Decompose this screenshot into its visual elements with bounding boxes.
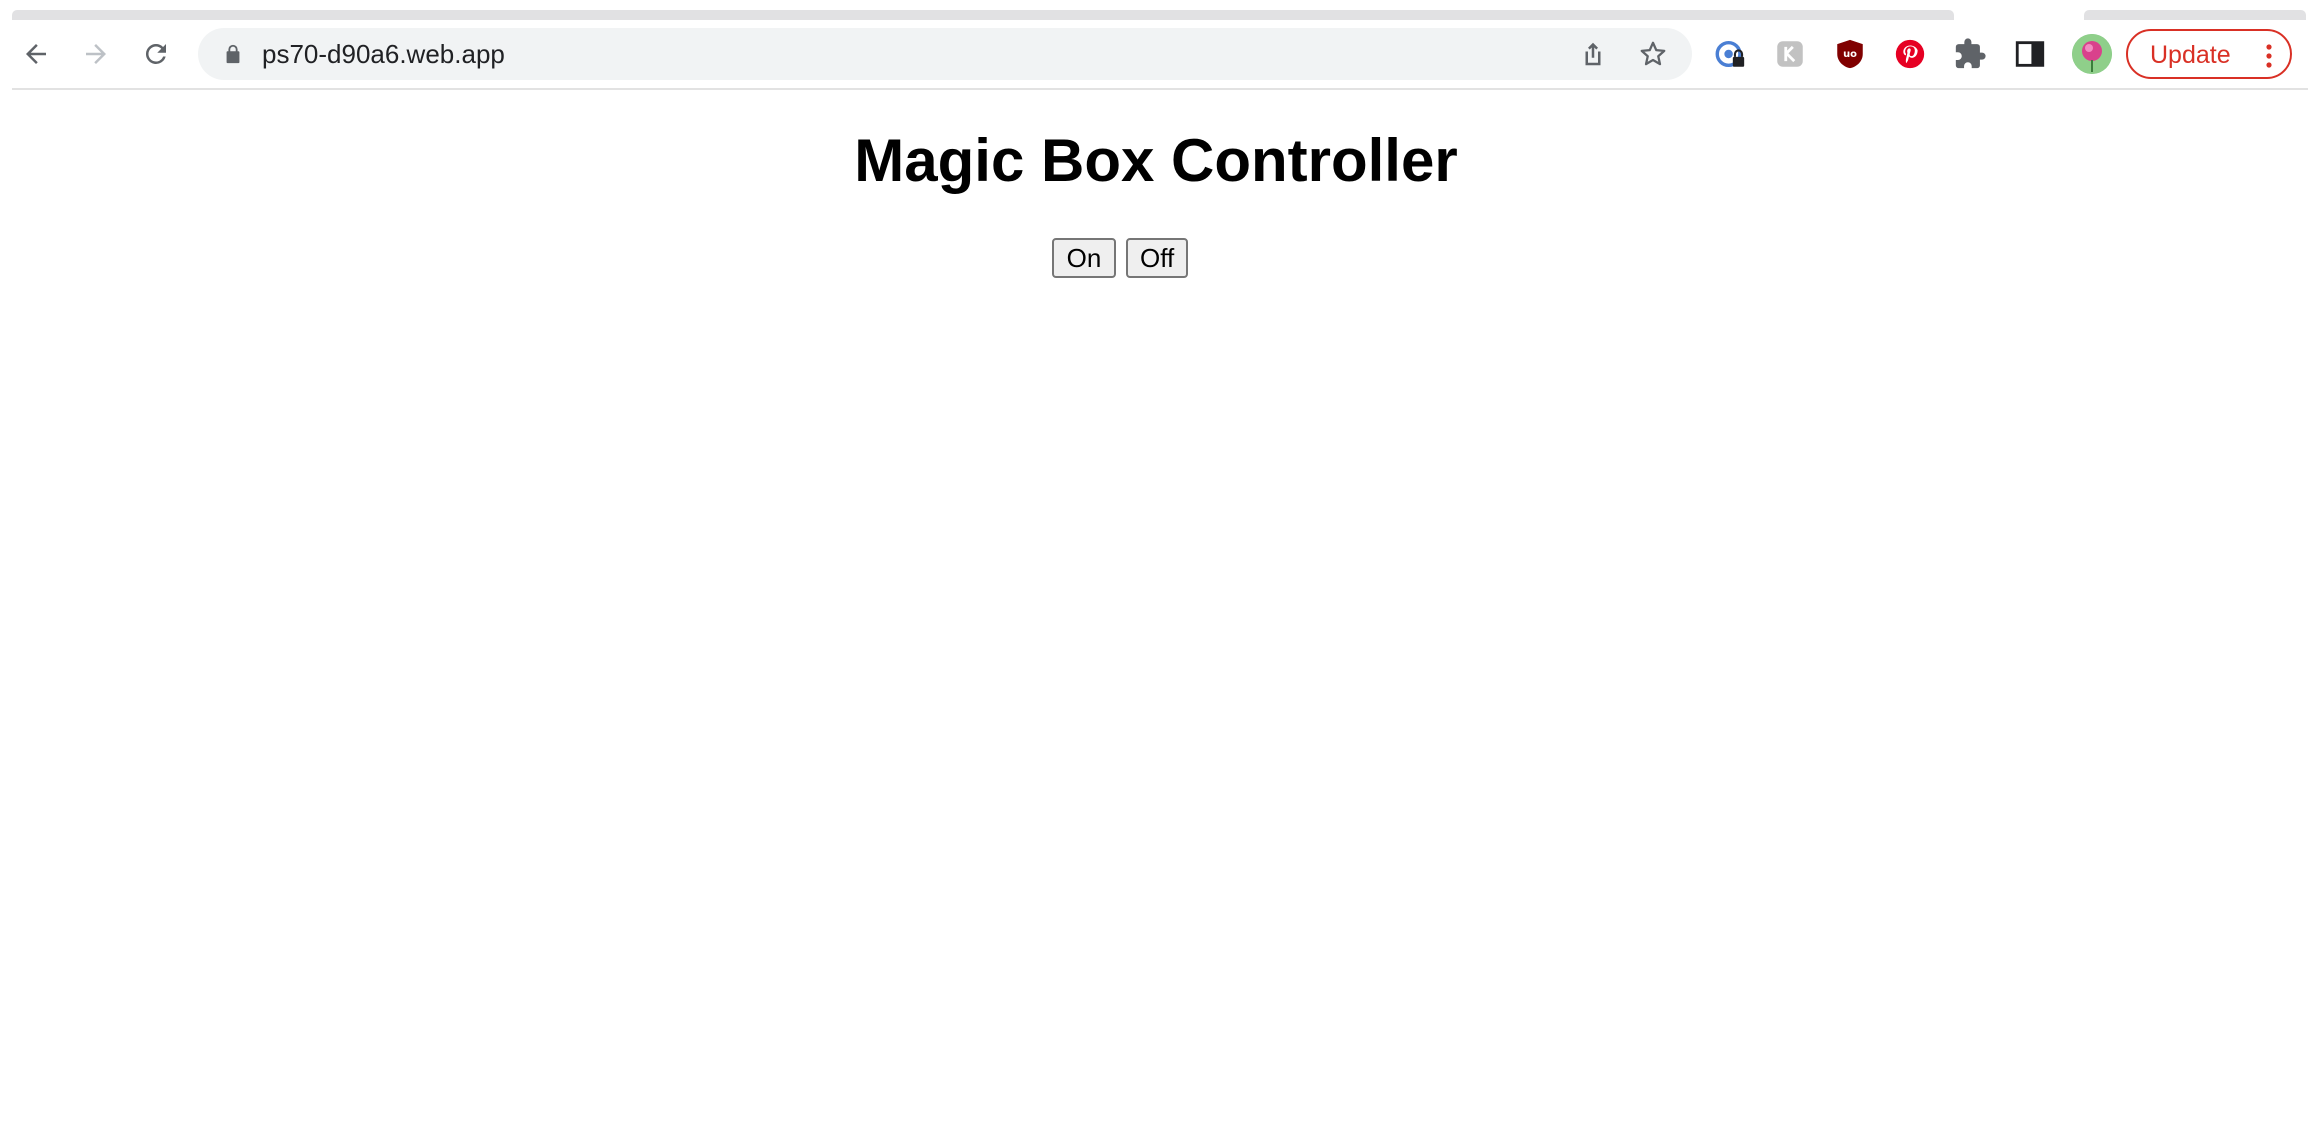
url-text[interactable]: ps70-d90a6.web.app [262, 40, 505, 68]
side-panel-icon[interactable] [2010, 34, 2050, 74]
arrow-left-icon [26, 44, 46, 64]
controller-buttons: On Off [0, 238, 2312, 278]
reload-icon [145, 43, 166, 64]
page-title: Magic Box Controller [854, 127, 1458, 194]
update-label: Update [2150, 41, 2231, 69]
puzzle-icon[interactable] [1950, 34, 1990, 74]
tab-strip [0, 0, 2312, 20]
kebab-menu-icon[interactable] [2264, 43, 2274, 69]
on-button[interactable]: On [1052, 238, 1116, 278]
arrow-right-icon [86, 44, 106, 64]
forward-button[interactable] [76, 34, 116, 74]
update-button[interactable]: Update [2126, 29, 2292, 79]
password-manager-icon[interactable] [1710, 34, 1750, 74]
reload-button[interactable] [136, 34, 176, 74]
new-tab-area[interactable] [2084, 10, 2306, 20]
address-bar[interactable]: ps70-d90a6.web.app [198, 28, 1692, 80]
back-button[interactable] [16, 34, 56, 74]
share-icon[interactable] [1578, 39, 1608, 69]
flower-icon [2072, 34, 2112, 74]
star-icon[interactable] [1638, 39, 1668, 69]
ublock-icon[interactable]: uo [1830, 34, 1870, 74]
pinterest-icon[interactable] [1890, 34, 1930, 74]
svg-text:uo: uo [1843, 49, 1857, 60]
off-button[interactable]: Off [1126, 238, 1188, 278]
profile-avatar[interactable] [2072, 34, 2112, 74]
active-tab[interactable] [12, 10, 1954, 20]
page-content: Magic Box Controller On Off [0, 90, 2312, 1140]
browser-toolbar: ps70-d90a6.web.app uo Update [0, 20, 2312, 88]
lock-icon[interactable] [222, 43, 244, 65]
kami-icon[interactable] [1770, 34, 1810, 74]
